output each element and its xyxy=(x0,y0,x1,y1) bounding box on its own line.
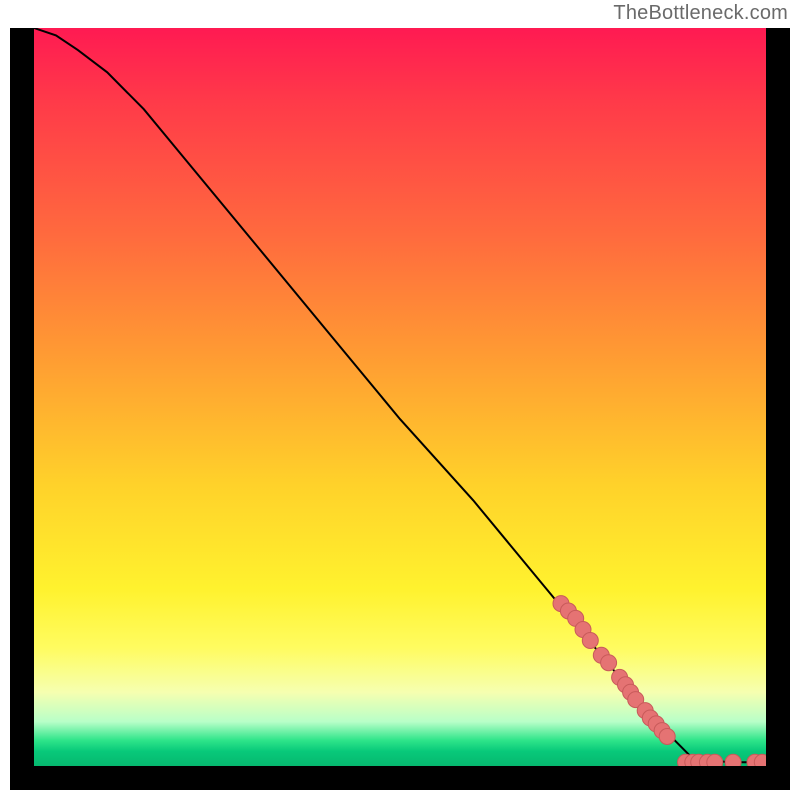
marker-layer xyxy=(553,596,766,766)
plot-area xyxy=(34,28,766,766)
data-marker xyxy=(659,729,675,745)
chart-overlay xyxy=(34,28,766,766)
data-marker xyxy=(582,633,598,649)
chart-frame: TheBottleneck.com xyxy=(0,0,800,800)
data-marker xyxy=(707,754,723,766)
curve-layer xyxy=(34,28,766,762)
data-marker xyxy=(601,655,617,671)
plot-black-border xyxy=(10,28,790,790)
bottleneck-curve xyxy=(34,28,766,762)
attribution-text: TheBottleneck.com xyxy=(613,2,788,25)
data-marker xyxy=(725,754,741,766)
